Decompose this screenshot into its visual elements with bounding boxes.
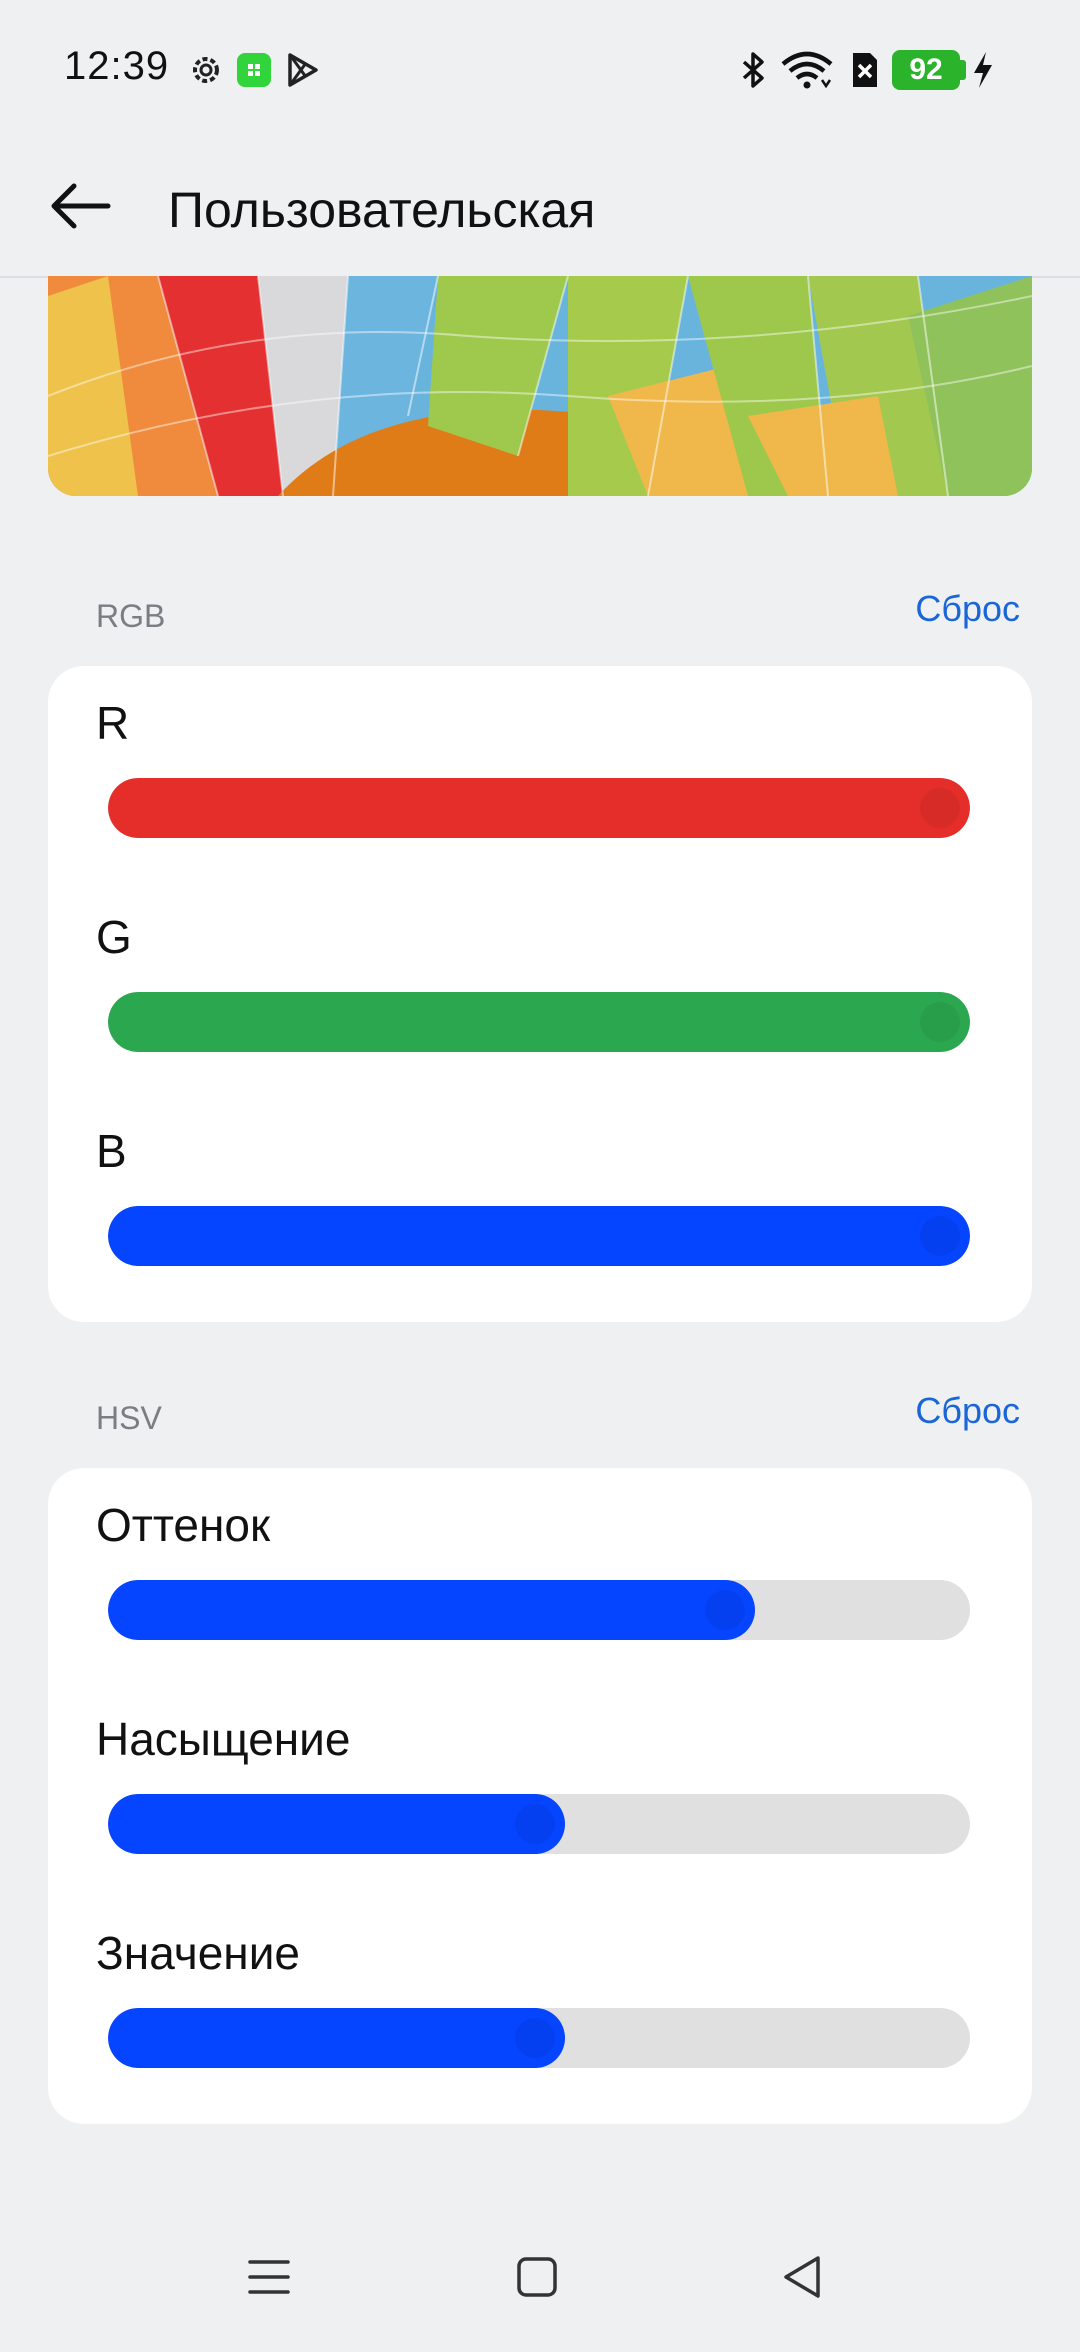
navigation-bar [0,2202,1080,2352]
hsv-reset-button[interactable]: Сброс [915,1390,1020,1432]
slider-r[interactable] [108,778,970,838]
slider-value-thumb[interactable] [515,2018,555,2058]
balloon-image [48,276,1032,496]
slider-r-fill [108,778,970,838]
slider-label-g: G [96,911,132,963]
page-title: Пользовательская [168,182,596,238]
wifi-icon [781,51,833,89]
app-header: Пользовательская [0,130,1080,278]
slider-value-fill [108,2008,565,2068]
status-time: 12:39 [64,44,170,88]
arrow-left-icon[interactable] [44,166,124,246]
slider-hue-fill [108,1580,755,1640]
home-icon[interactable] [502,2242,572,2312]
slider-g-fill [108,992,970,1052]
slider-label-b: B [96,1125,127,1177]
slider-label-hue: Оттенок [96,1499,271,1551]
back-triangle-icon[interactable] [768,2242,838,2312]
status-bar: 12:39 92 [0,0,1080,130]
slider-b-thumb[interactable] [920,1216,960,1256]
color-preview-image [48,276,1032,496]
slider-saturation-thumb[interactable] [515,1804,555,1844]
menu-icon[interactable] [234,2242,304,2312]
slider-hue[interactable] [108,1580,970,1640]
rgb-card: R G B [48,666,1032,1322]
slider-hue-thumb[interactable] [705,1590,745,1630]
play-store-icon [288,53,318,87]
app-icon [237,53,271,87]
rgb-section-label: RGB [96,598,166,634]
charging-icon [974,52,992,88]
slider-saturation[interactable] [108,1794,970,1854]
slider-b[interactable] [108,1206,970,1266]
slider-g[interactable] [108,992,970,1052]
slider-label-value: Значение [96,1927,300,1979]
slider-saturation-fill [108,1794,565,1854]
slider-label-r: R [96,697,130,749]
battery-tip [960,60,966,80]
rgb-reset-button[interactable]: Сброс [915,588,1020,630]
slider-value[interactable] [108,2008,970,2068]
slider-g-thumb[interactable] [920,1002,960,1042]
settings-icon [193,57,219,83]
sim-off-icon [853,53,877,87]
slider-label-saturation: Насыщение [96,1713,351,1765]
hsv-section-label: HSV [96,1400,162,1436]
bluetooth-icon [742,52,764,88]
slider-b-fill [108,1206,970,1266]
slider-r-thumb[interactable] [920,788,960,828]
battery-icon: 92 [892,50,960,90]
hsv-card: Оттенок Насыщение Значение [48,1468,1032,2124]
